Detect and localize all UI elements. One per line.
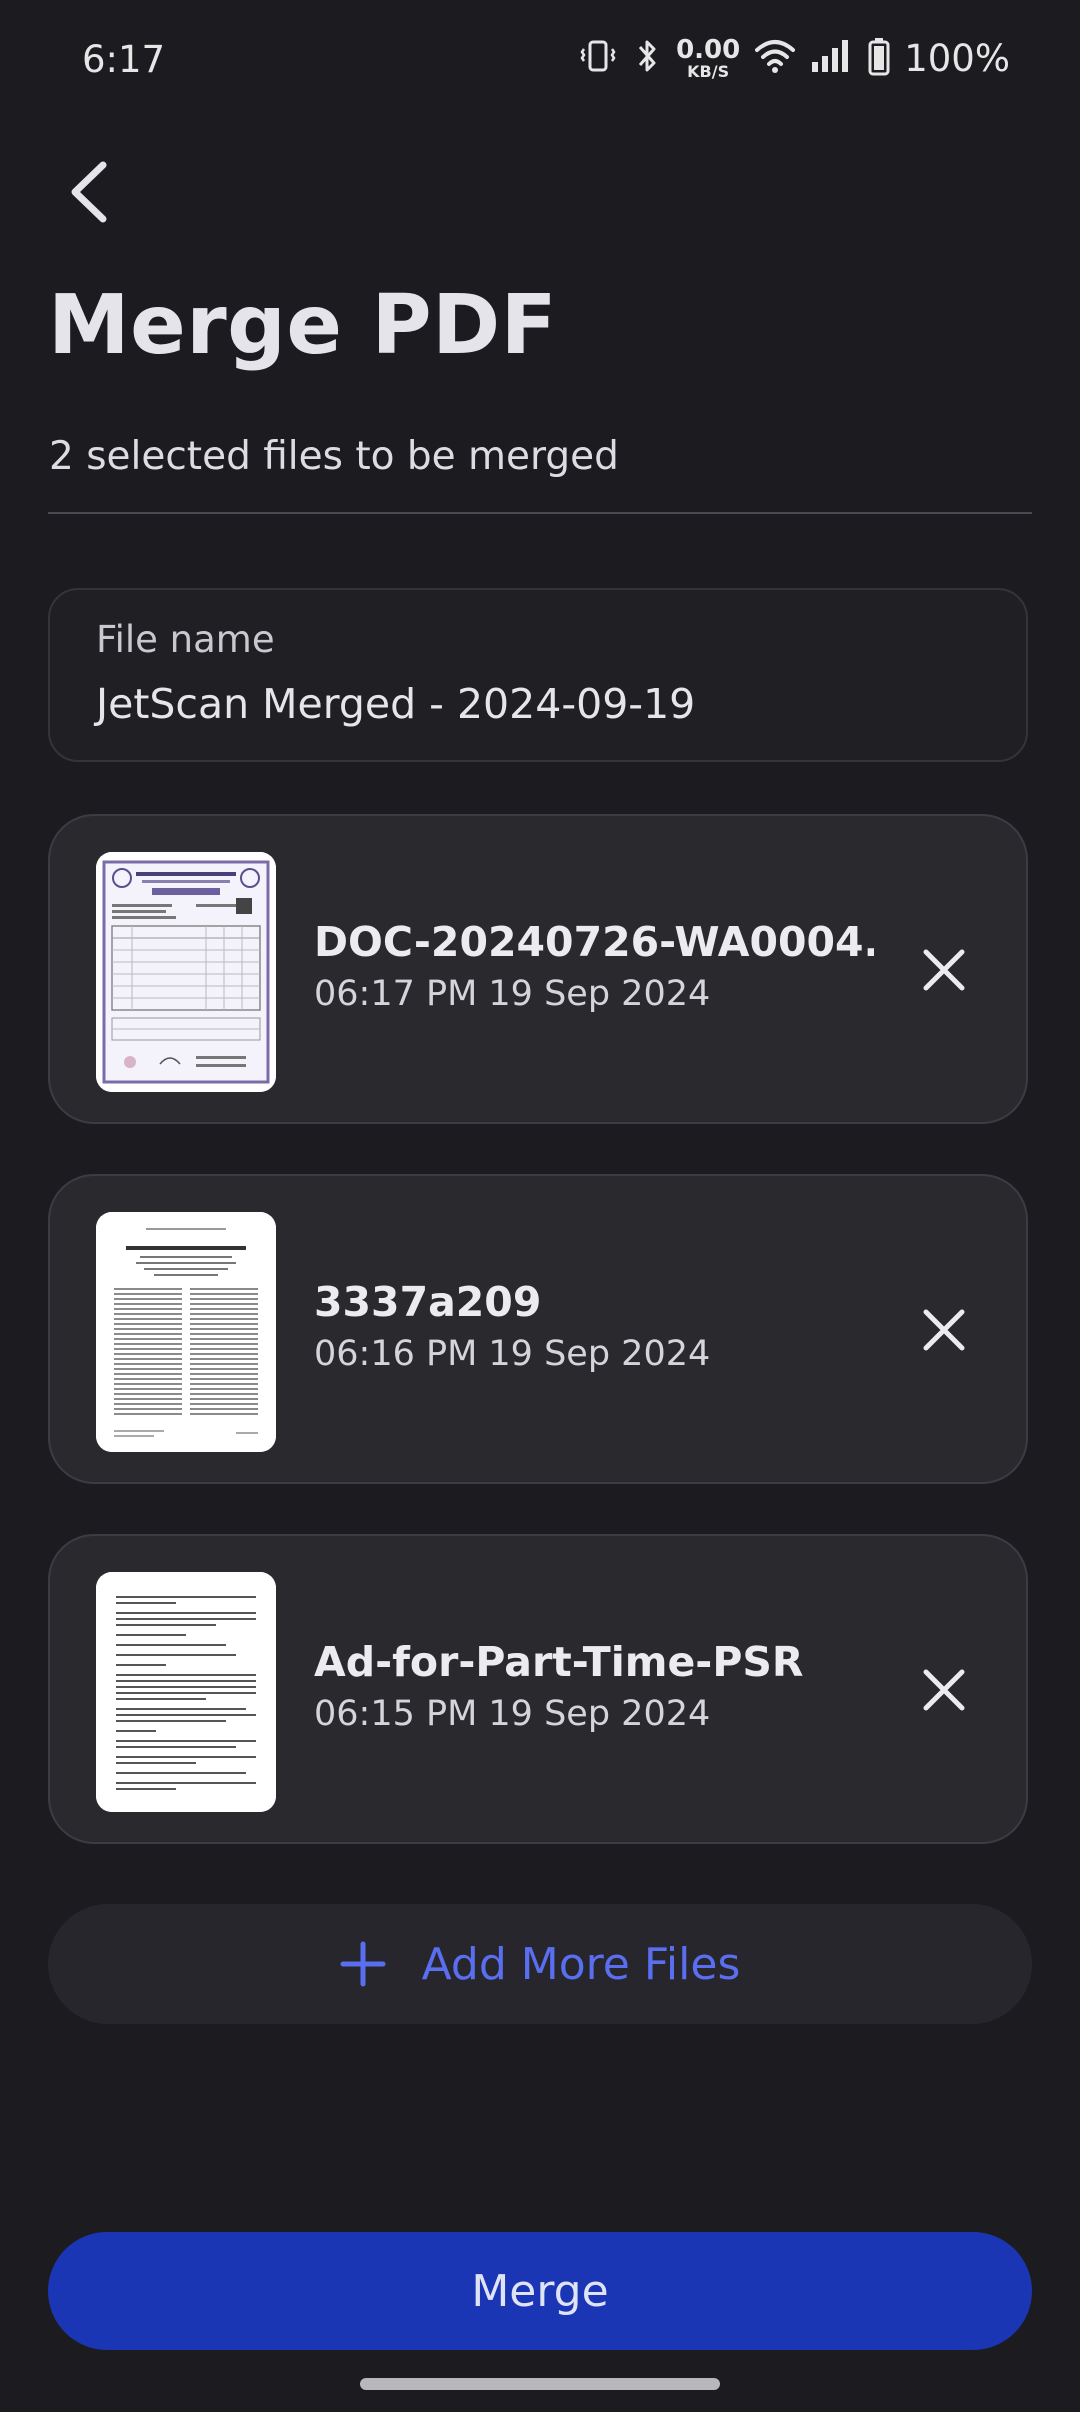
back-arrow-icon [71, 161, 107, 223]
divider [48, 512, 1032, 514]
file-name-label: File name [96, 618, 275, 661]
remove-file-button[interactable] [912, 1298, 976, 1362]
file-thumbnail [96, 1212, 276, 1452]
home-indicator[interactable] [360, 2378, 720, 2390]
file-date: 06:15 PM 19 Sep 2024 [314, 1694, 711, 1734]
file-card[interactable]: 3337a209 06:16 PM 19 Sep 2024 [48, 1174, 1028, 1484]
remove-file-button[interactable] [912, 1658, 976, 1722]
file-name: DOC-20240726-WA0004. [314, 918, 874, 966]
selection-summary: 2 selected files to be merged [49, 434, 619, 479]
status-bar: 6:17 0.00 KB/S 100% [0, 0, 1080, 124]
file-name-field[interactable]: File name JetScan Merged - 2024-09-19 [48, 588, 1028, 762]
file-name: 3337a209 [314, 1278, 542, 1326]
close-icon [923, 1309, 965, 1351]
status-icons: 0.00 KB/S 100% [578, 36, 1010, 80]
file-date: 06:16 PM 19 Sep 2024 [314, 1334, 711, 1374]
net-speed-unit: KB/S [687, 61, 730, 81]
status-time: 6:17 [82, 38, 166, 81]
merge-label: Merge [471, 2265, 609, 2317]
file-card[interactable]: DOC-20240726-WA0004. 06:17 PM 19 Sep 202… [48, 814, 1028, 1124]
bluetooth-icon [632, 36, 662, 80]
page-title: Merge PDF [48, 278, 558, 373]
file-card[interactable]: Ad-for-Part-Time-PSR 06:15 PM 19 Sep 202… [48, 1534, 1028, 1844]
vibrate-icon [578, 36, 618, 80]
file-thumbnail [96, 1572, 276, 1812]
net-speed-value: 0.00 [676, 34, 741, 65]
merge-button[interactable]: Merge [48, 2232, 1032, 2350]
battery-icon [868, 36, 890, 80]
close-icon [923, 1669, 965, 1711]
plus-icon [340, 1941, 386, 1987]
battery-percent: 100% [904, 36, 1010, 80]
add-more-files-button[interactable]: Add More Files [48, 1904, 1032, 2024]
file-thumbnail [96, 852, 276, 1092]
remove-file-button[interactable] [912, 938, 976, 1002]
file-name: Ad-for-Part-Time-PSR [314, 1638, 804, 1686]
wifi-icon [754, 36, 796, 80]
net-speed: 0.00 KB/S [676, 37, 740, 80]
signal-icon [810, 36, 854, 80]
add-more-files-label: Add More Files [421, 1938, 741, 1990]
file-name-value[interactable]: JetScan Merged - 2024-09-19 [96, 680, 695, 728]
file-date: 06:17 PM 19 Sep 2024 [314, 974, 711, 1014]
back-button[interactable] [52, 150, 124, 234]
close-icon [923, 949, 965, 991]
